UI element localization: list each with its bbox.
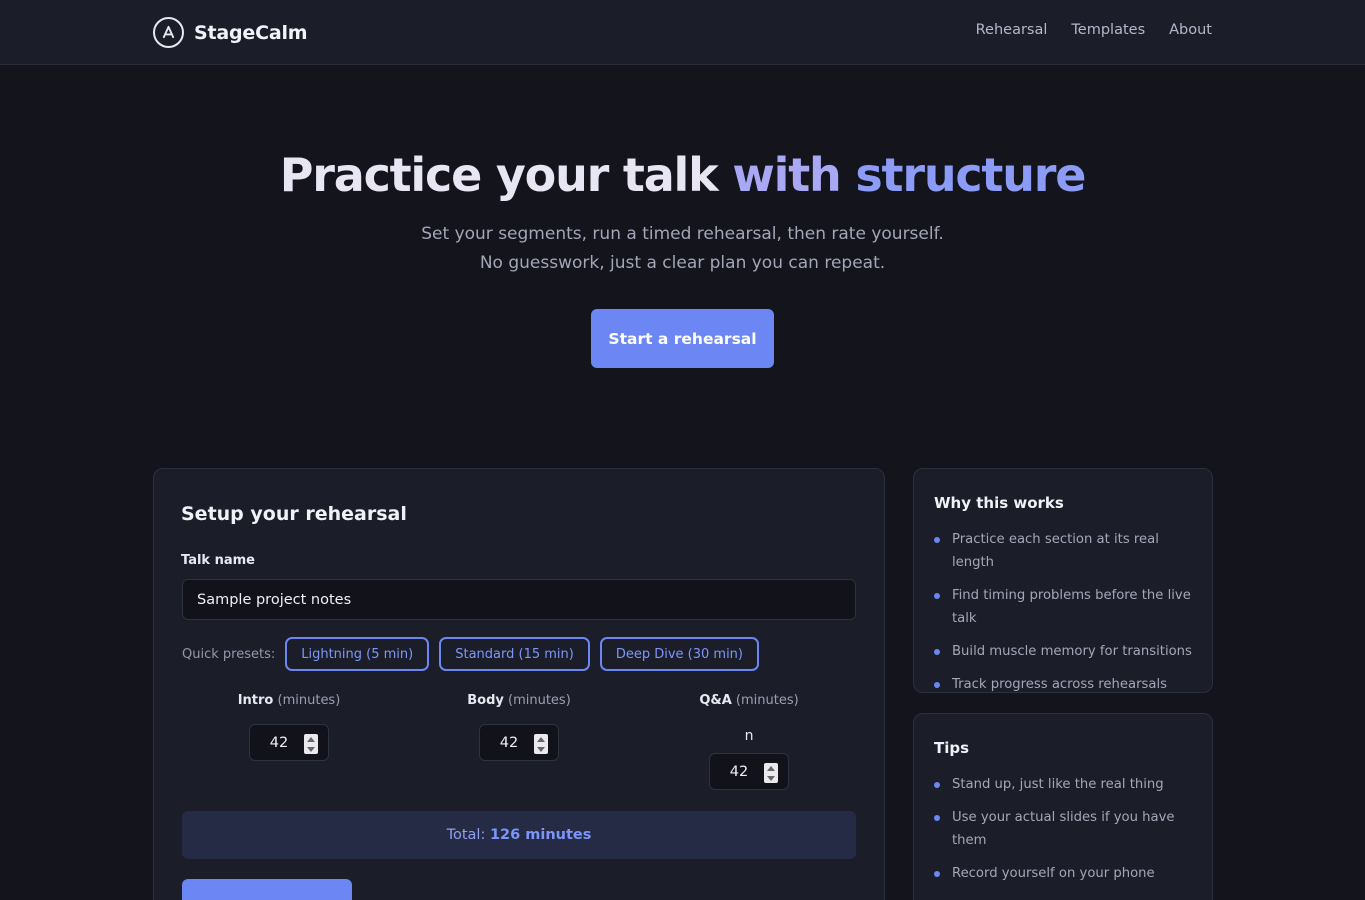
segment-name: Q&A — [699, 693, 732, 708]
nav-link-about[interactable]: About — [1169, 22, 1212, 38]
segment-label: Q&A (minutes) — [649, 693, 849, 708]
hero-title-part: structure — [840, 148, 1086, 202]
setup-title: Setup your rehearsal — [181, 503, 407, 525]
talk-name-input[interactable] — [182, 579, 856, 620]
qa-minutes-stepper[interactable] — [709, 753, 789, 790]
preset-standard-button[interactable]: Standard (15 min) — [439, 637, 590, 671]
segment-qa: Q&A (minutes) n — [649, 693, 849, 790]
presets-label: Quick presets: — [182, 646, 276, 662]
segment-name: Body — [467, 693, 504, 708]
why-title: Why this works — [934, 494, 1064, 512]
list-item: Use your actual slides if you have them — [934, 806, 1196, 852]
segment-extra-text: n — [744, 728, 754, 744]
list-item: Track progress across rehearsals — [934, 673, 1196, 696]
why-card: Why this works Practice each section at … — [913, 468, 1213, 693]
hero-title-part: Practice your talk — [279, 148, 719, 202]
intro-minutes-stepper[interactable] — [249, 724, 329, 761]
segment-label: Body (minutes) — [419, 693, 619, 708]
spin-up-icon[interactable] — [767, 765, 775, 771]
list-item: Find timing problems before the live tal… — [934, 584, 1196, 630]
nav-link-templates[interactable]: Templates — [1071, 22, 1145, 38]
preset-deep-dive-button[interactable]: Deep Dive (30 min) — [599, 637, 759, 671]
segment-name: Intro — [237, 693, 274, 708]
body-minutes-stepper[interactable] — [479, 724, 559, 761]
top-nav: StageCalm Rehearsal Templates About — [0, 0, 1365, 65]
quick-presets: Quick presets: Lightning (5 min) Standar… — [182, 637, 769, 671]
tips-title: Tips — [934, 739, 970, 757]
list-item: Practice each section at its real length — [934, 528, 1196, 574]
total-duration: Total: 126 minutes — [182, 811, 856, 859]
segment-intro: Intro (minutes) — [189, 693, 389, 761]
spin-down-icon[interactable] — [767, 775, 775, 781]
preset-lightning-button[interactable]: Lightning (5 min) — [285, 637, 430, 671]
setup-card: Setup your rehearsal Talk name Quick pre… — [153, 468, 885, 900]
list-item: Record yourself on your phone — [934, 862, 1196, 885]
hero-title-part: with — [717, 148, 841, 202]
brand[interactable]: StageCalm — [153, 17, 308, 48]
spin-down-icon[interactable] — [537, 746, 545, 752]
spin-up-icon[interactable] — [537, 736, 545, 742]
spin-up-icon[interactable] — [307, 736, 315, 742]
submit-button[interactable] — [182, 879, 352, 900]
segment-body: Body (minutes) — [419, 693, 619, 761]
tips-list: Stand up, just like the real thing Use y… — [934, 773, 1196, 895]
spin-buttons[interactable] — [764, 763, 778, 783]
hero-title: Practice your talk with structure — [0, 148, 1365, 202]
hero-subtitle: Set your segments, run a timed rehearsal… — [421, 224, 944, 273]
spin-down-icon[interactable] — [307, 746, 315, 752]
segment-unit: (minutes) — [735, 693, 799, 708]
brand-name: StageCalm — [194, 21, 308, 44]
start-rehearsal-button[interactable]: Start a rehearsal — [591, 309, 774, 368]
total-label: Total: — [446, 827, 486, 843]
intro-minutes-input[interactable] — [250, 734, 308, 751]
talk-name-label: Talk name — [181, 553, 255, 568]
segment-unit: (minutes) — [508, 693, 571, 708]
spin-buttons[interactable] — [534, 734, 548, 754]
qa-minutes-input[interactable] — [710, 763, 768, 780]
tips-card: Tips Stand up, just like the real thing … — [913, 713, 1213, 900]
why-list: Practice each section at its real length… — [934, 528, 1196, 706]
segment-label: Intro (minutes) — [189, 693, 389, 708]
body-minutes-input[interactable] — [480, 734, 538, 751]
total-value: 126 minutes — [489, 827, 592, 843]
nav-links: Rehearsal Templates About — [976, 22, 1212, 38]
list-item: Build muscle memory for transitions — [934, 640, 1196, 663]
list-item: Stand up, just like the real thing — [934, 773, 1196, 796]
segment-unit: (minutes) — [277, 693, 341, 708]
nav-link-rehearsal[interactable]: Rehearsal — [976, 22, 1048, 38]
logo-icon — [153, 17, 184, 48]
spin-buttons[interactable] — [304, 734, 318, 754]
